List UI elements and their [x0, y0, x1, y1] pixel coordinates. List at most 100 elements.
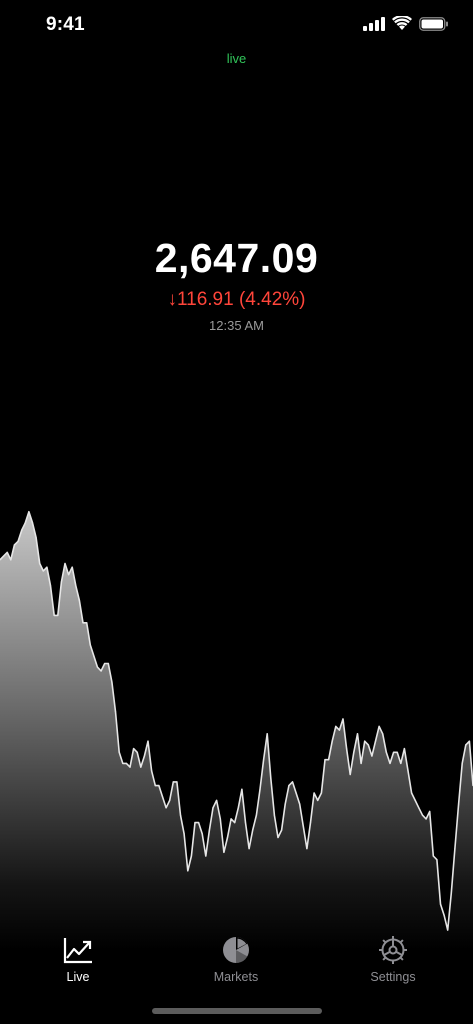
chart-point-111 [400, 762, 402, 764]
pie-chart-icon [223, 937, 249, 963]
chart-point-96 [346, 748, 348, 750]
status-bar: 9:41 [0, 0, 473, 52]
price-block: 2,647.09 ↓116.91 (4.42%) 12:35 AM [0, 232, 473, 333]
chart-point-72 [259, 788, 261, 790]
chart-point-59 [212, 807, 214, 809]
chart-point-20 [71, 566, 73, 568]
chart-point-78 [281, 829, 283, 831]
chart-point-52 [187, 870, 189, 872]
chart-point-121 [436, 859, 438, 861]
chart-point-3 [10, 559, 12, 561]
chart-point-77 [277, 836, 279, 839]
chart-point-89 [320, 792, 322, 794]
chart-point-95 [342, 718, 344, 720]
chart-point-61 [219, 818, 221, 820]
chart-point-86 [309, 822, 312, 824]
chart-point-66 [237, 807, 239, 809]
gear-icon [379, 936, 407, 964]
tab-bar: Live Markets Settings [0, 930, 473, 994]
chart-point-84 [302, 825, 304, 827]
chart-point-40 [143, 755, 145, 757]
chart-point-128 [461, 762, 463, 764]
tab-live-label: Live [66, 970, 90, 984]
chart-point-16 [57, 614, 59, 616]
chart-point-36 [129, 766, 131, 768]
chart-point-87 [313, 792, 315, 794]
chart-point-34 [122, 762, 124, 764]
line-chart-icon [63, 938, 92, 964]
chart-point-103 [371, 755, 373, 757]
chart-point-62 [223, 851, 225, 853]
chart-point-68 [244, 822, 247, 824]
chart-point-129 [465, 744, 467, 746]
chart-point-18 [64, 562, 66, 565]
chart-point-130 [468, 740, 470, 742]
chart-point-49 [176, 781, 178, 783]
chart-point-115 [414, 799, 416, 801]
chart-point-38 [136, 751, 138, 753]
chart-point-4 [13, 544, 15, 546]
chart-point-17 [60, 581, 63, 583]
chart-point-97 [349, 773, 351, 776]
chart-point-98 [353, 751, 355, 753]
chart-point-5 [17, 540, 19, 542]
chart-point-74 [266, 733, 268, 735]
chart-point-42 [151, 770, 153, 772]
chart-point-71 [255, 814, 257, 816]
chart-point-29 [104, 662, 106, 665]
chart-point-67 [241, 788, 243, 790]
chart-point-93 [335, 725, 337, 727]
tab-markets[interactable]: Markets [176, 930, 296, 990]
chart-point-8 [28, 511, 30, 513]
chart-point-30 [107, 662, 109, 665]
chart-point-123 [443, 914, 445, 916]
chart-point-102 [367, 744, 369, 746]
chart-point-14 [49, 585, 52, 587]
chart-point-79 [284, 803, 286, 805]
chart-point-107 [385, 751, 387, 753]
chart-point-54 [194, 822, 196, 824]
chart-point-24 [86, 622, 88, 624]
chart-point-101 [364, 740, 366, 742]
tab-settings[interactable]: Settings [333, 930, 453, 990]
chart-point-75 [270, 777, 272, 779]
price-value: 2,647.09 [154, 235, 319, 281]
status-icons [363, 16, 449, 31]
chart-point-92 [331, 740, 333, 742]
chart-point-80 [288, 785, 290, 787]
chart-point-11 [39, 562, 41, 565]
chart-point-125 [450, 892, 452, 894]
chart-point-6 [21, 529, 23, 531]
chart-point-110 [396, 751, 398, 753]
price-change: ↓116.91 (4.42%) [167, 289, 306, 310]
wifi-icon [392, 16, 412, 30]
chart-point-127 [458, 803, 460, 805]
live-indicator: live [226, 51, 247, 66]
chart-point-63 [226, 836, 229, 839]
status-time: 9:41 [46, 14, 85, 35]
chart-point-53 [190, 855, 192, 857]
chart-point-91 [328, 759, 330, 761]
chart-point-31 [111, 681, 113, 683]
chart-point-48 [172, 781, 174, 783]
chart-point-15 [53, 614, 55, 616]
chart-point-55 [198, 822, 200, 824]
tab-settings-label: Settings [370, 970, 416, 984]
chart-point-73 [263, 759, 265, 761]
chart-point-25 [89, 644, 91, 646]
chart-point-118 [425, 818, 427, 820]
tab-live[interactable]: Live [18, 930, 138, 990]
chart-point-113 [407, 770, 409, 772]
chart-point-12 [42, 570, 44, 572]
price-area-chart[interactable] [0, 490, 473, 950]
chart-point-21 [75, 585, 77, 587]
chart-point-126 [454, 848, 456, 850]
chart-point-9 [31, 522, 34, 524]
chart-point-106 [382, 733, 384, 735]
chart-point-94 [338, 729, 340, 731]
chart-point-51 [183, 833, 185, 835]
chart-point-46 [165, 807, 167, 809]
chart-point-33 [118, 751, 120, 753]
chart-point-100 [360, 762, 362, 764]
chart-point-88 [317, 799, 319, 801]
